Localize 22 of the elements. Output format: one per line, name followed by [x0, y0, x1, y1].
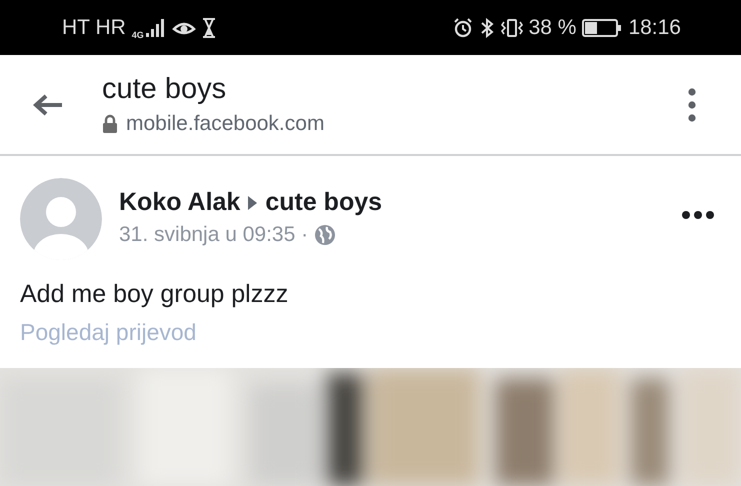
alarm-icon: [452, 18, 473, 38]
globe-icon: [314, 224, 336, 246]
post-date: 31. svibnja u 09:35 ·: [119, 223, 308, 247]
clock-time: 18:16: [628, 16, 681, 40]
post-text: Add me boy group plzzz: [20, 280, 290, 309]
lock-icon: [102, 114, 118, 134]
battery-percent: 38 %: [528, 16, 576, 40]
menu-icon[interactable]: [687, 88, 697, 122]
network-type: 4G: [132, 30, 144, 40]
hourglass-icon: [202, 18, 216, 38]
caret-icon: [248, 196, 258, 210]
page-title: cute boys: [102, 73, 228, 106]
signal-icon: [146, 18, 166, 36]
battery-icon: [582, 18, 622, 36]
more-options-icon[interactable]: [681, 210, 715, 220]
group-name[interactable]: cute boys: [265, 188, 382, 217]
bluetooth-icon: [478, 18, 495, 38]
back-arrow-icon[interactable]: [32, 92, 64, 116]
vibrate-icon: [500, 18, 523, 38]
carrier-name: HT HR: [62, 16, 126, 40]
author-name[interactable]: Koko Alak: [119, 188, 240, 217]
page-url: mobile.facebook.com: [126, 112, 324, 136]
